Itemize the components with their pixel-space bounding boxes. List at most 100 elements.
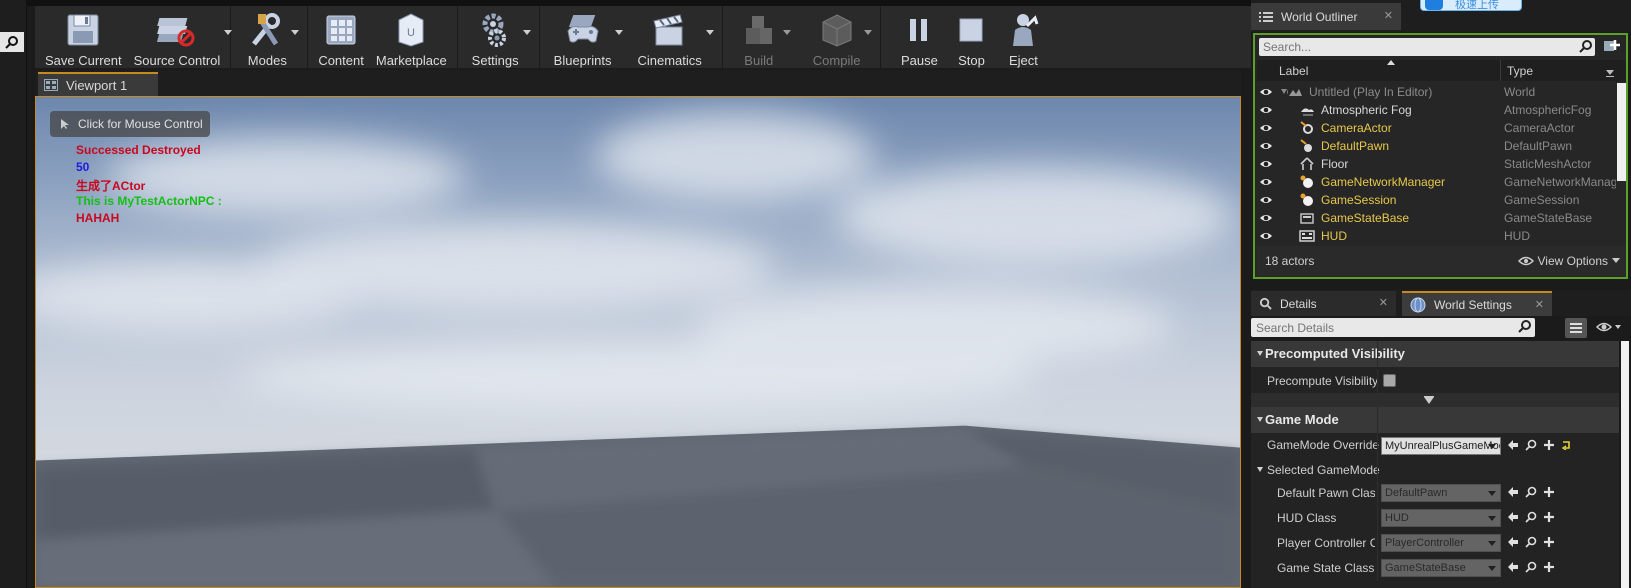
browse-search-icon[interactable] bbox=[1525, 439, 1537, 454]
add-plus-icon[interactable] bbox=[1543, 439, 1555, 454]
subcategory-selected-gamemode[interactable]: Selected GameMode bbox=[1251, 459, 1619, 481]
fog-icon bbox=[1299, 102, 1315, 118]
use-selected-arrow-icon[interactable] bbox=[1507, 536, 1519, 551]
add-plus-icon[interactable] bbox=[1543, 486, 1555, 501]
search-icon[interactable] bbox=[0, 32, 24, 52]
close-icon[interactable]: ✕ bbox=[1384, 9, 1393, 22]
content-label: Content bbox=[318, 53, 364, 68]
outliner-scrollbar[interactable] bbox=[1617, 83, 1626, 181]
category-game-mode[interactable]: Game Mode bbox=[1251, 407, 1619, 433]
close-icon[interactable]: ✕ bbox=[1379, 296, 1388, 309]
reset-to-default-icon[interactable] bbox=[1561, 439, 1571, 453]
outliner-row[interactable]: GameSession GameSession bbox=[1257, 191, 1617, 209]
browse-search-icon[interactable] bbox=[1525, 536, 1537, 551]
outliner-row[interactable]: HUD HUD bbox=[1257, 227, 1617, 243]
use-selected-arrow-icon[interactable] bbox=[1507, 511, 1519, 526]
column-divider[interactable] bbox=[1500, 60, 1501, 81]
visibility-eye-icon[interactable] bbox=[1259, 176, 1273, 190]
outliner-row[interactable]: DefaultPawn DefaultPawn bbox=[1257, 137, 1617, 155]
precompute-visibility-checkbox[interactable] bbox=[1383, 374, 1396, 387]
use-selected-arrow-icon[interactable] bbox=[1507, 439, 1519, 454]
chevron-down-icon bbox=[1488, 516, 1496, 521]
cinematics-button[interactable]: Cinematics bbox=[631, 6, 714, 68]
build-label: Build bbox=[744, 53, 774, 68]
column-type-header[interactable]: Type bbox=[1507, 64, 1533, 78]
dropdown-value: HUD bbox=[1385, 512, 1409, 524]
visibility-eye-icon[interactable] bbox=[1259, 140, 1273, 154]
browse-search-icon[interactable] bbox=[1525, 486, 1537, 501]
compile-button[interactable]: Compile bbox=[807, 6, 873, 68]
advanced-expander[interactable] bbox=[1251, 393, 1619, 407]
outliner-row[interactable]: GameNetworkManager GameNetworkManager bbox=[1257, 173, 1617, 191]
add-actor-icon[interactable] bbox=[1602, 38, 1622, 56]
column-divider bbox=[1377, 341, 1378, 367]
panel-divider[interactable] bbox=[1241, 68, 1251, 588]
view-options-label: View Options bbox=[1537, 254, 1608, 268]
expand-arrow-icon bbox=[1257, 417, 1263, 422]
tab-details[interactable]: Details ✕ bbox=[1251, 291, 1396, 316]
visibility-eye-icon[interactable] bbox=[1259, 122, 1273, 136]
outliner-row[interactable]: Atmospheric Fog AtmosphericFog bbox=[1257, 101, 1617, 119]
gamemode-override-dropdown[interactable]: MyUnrealPlusGameMode bbox=[1381, 437, 1501, 455]
stop-button[interactable]: Stop bbox=[945, 6, 997, 68]
details-body: Precomputed Visibility Precompute Visibi… bbox=[1251, 341, 1619, 588]
marketplace-button[interactable]: U Marketplace bbox=[370, 6, 453, 68]
add-plus-icon[interactable] bbox=[1543, 561, 1555, 576]
chevron-down-icon[interactable] bbox=[782, 30, 791, 35]
tab-world-outliner[interactable]: World Outliner ✕ bbox=[1251, 3, 1401, 30]
outliner-row[interactable]: Untitled (Play In Editor) World bbox=[1257, 83, 1617, 101]
tab-viewport-1[interactable]: Viewport 1 bbox=[38, 72, 158, 96]
class-dropdown[interactable]: GameStateBase bbox=[1381, 559, 1501, 577]
save-current-button[interactable]: Save Current bbox=[39, 6, 128, 68]
view-options-button[interactable]: View Options bbox=[1517, 254, 1620, 268]
build-button[interactable]: Build bbox=[733, 6, 791, 68]
add-plus-icon[interactable] bbox=[1543, 511, 1555, 526]
chevron-down-icon[interactable] bbox=[224, 30, 233, 35]
outliner-row[interactable]: GameStateBase GameStateBase bbox=[1257, 209, 1617, 227]
visibility-eye-icon[interactable] bbox=[1259, 212, 1273, 226]
stop-icon bbox=[951, 10, 991, 50]
content-button[interactable]: Content bbox=[312, 6, 370, 68]
outliner-row[interactable]: Floor StaticMeshActor bbox=[1257, 155, 1617, 173]
details-scrollbar[interactable] bbox=[1621, 341, 1629, 588]
visibility-eye-icon[interactable] bbox=[1259, 86, 1273, 100]
mouse-control-button[interactable]: Click for Mouse Control bbox=[50, 111, 210, 137]
chevron-down-icon[interactable] bbox=[291, 30, 300, 35]
settings-button[interactable]: Settings bbox=[466, 6, 531, 68]
property-matrix-button[interactable] bbox=[1565, 318, 1587, 338]
chevron-down-icon[interactable] bbox=[864, 30, 873, 35]
tab-world-settings[interactable]: World Settings ✕ bbox=[1402, 291, 1552, 316]
upload-overlay-button[interactable]: 极速上传 bbox=[1420, 0, 1522, 11]
class-dropdown[interactable]: PlayerController bbox=[1381, 534, 1501, 552]
browse-search-icon[interactable] bbox=[1525, 561, 1537, 576]
browse-search-icon[interactable] bbox=[1525, 511, 1537, 526]
source-control-button[interactable]: Source Control bbox=[128, 6, 233, 68]
details-search-input[interactable] bbox=[1251, 318, 1511, 337]
modes-label: Modes bbox=[247, 53, 287, 68]
chevron-down-icon[interactable] bbox=[522, 30, 531, 35]
visibility-eye-icon[interactable] bbox=[1259, 158, 1273, 172]
details-search bbox=[1251, 318, 1535, 337]
visibility-eye-icon[interactable] bbox=[1259, 194, 1273, 208]
class-dropdown[interactable]: DefaultPawn bbox=[1381, 484, 1501, 502]
chevron-down-icon[interactable] bbox=[615, 30, 624, 35]
add-plus-icon[interactable] bbox=[1543, 536, 1555, 551]
visibility-options-button[interactable] bbox=[1595, 320, 1622, 339]
outliner-row[interactable]: CameraActor CameraActor bbox=[1257, 119, 1617, 137]
use-selected-arrow-icon[interactable] bbox=[1507, 486, 1519, 501]
blueprints-button[interactable]: Blueprints bbox=[548, 6, 624, 68]
level-viewport[interactable]: Click for Mouse Control Successed Destro… bbox=[35, 96, 1241, 588]
visibility-eye-icon[interactable] bbox=[1259, 230, 1273, 243]
use-selected-arrow-icon[interactable] bbox=[1507, 561, 1519, 576]
class-dropdown[interactable]: HUD bbox=[1381, 509, 1501, 527]
outliner-search-input[interactable] bbox=[1259, 38, 1569, 56]
chevron-down-icon[interactable] bbox=[705, 30, 714, 35]
chevron-down-icon[interactable] bbox=[1606, 70, 1614, 75]
category-precomputed-visibility[interactable]: Precomputed Visibility bbox=[1251, 341, 1619, 367]
modes-button[interactable]: Modes bbox=[241, 6, 300, 68]
visibility-eye-icon[interactable] bbox=[1259, 104, 1273, 118]
pause-button[interactable]: Pause bbox=[893, 6, 945, 68]
eject-button[interactable]: Eject bbox=[997, 6, 1049, 68]
column-label-header[interactable]: Label bbox=[1279, 64, 1308, 78]
close-icon[interactable]: ✕ bbox=[1535, 298, 1544, 311]
